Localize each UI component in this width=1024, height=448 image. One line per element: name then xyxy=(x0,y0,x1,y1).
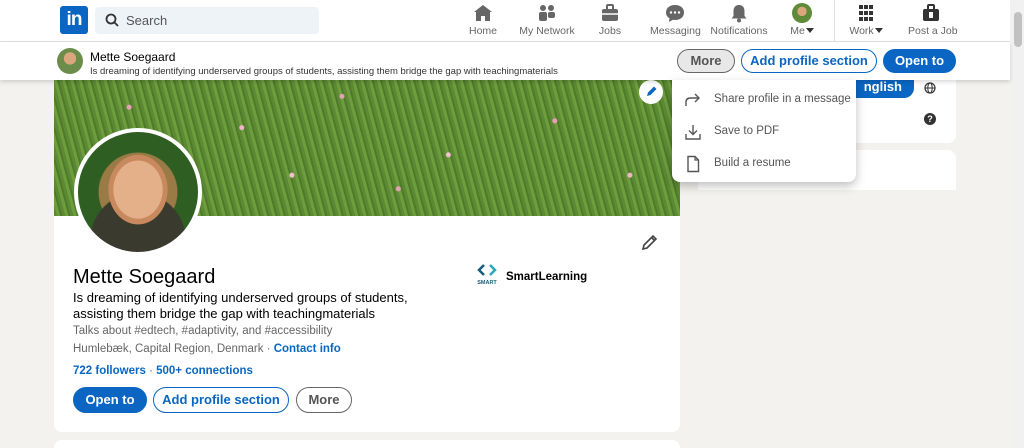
top-nav: in Search Home My Network Jobs Messaging… xyxy=(0,0,1010,42)
sticky-add-profile-section-button[interactable]: Add profile section xyxy=(741,49,877,73)
nav-me[interactable]: Me xyxy=(787,3,817,39)
nav-notifications-label: Notifications xyxy=(710,25,768,37)
add-profile-section-button[interactable]: Add profile section xyxy=(153,387,289,413)
network-icon xyxy=(539,5,555,21)
search-box[interactable]: Search xyxy=(95,7,319,34)
nav-post-job-label: Post a Job xyxy=(908,25,958,37)
more-button[interactable]: More xyxy=(296,387,352,413)
profile-card: Mette Soegaard Is dreaming of identifyin… xyxy=(54,80,680,432)
menu-item-label: Share profile in a message xyxy=(714,93,851,105)
profile-stats: 722 followers · 500+ connections xyxy=(73,365,253,377)
nav-jobs[interactable]: Jobs xyxy=(595,3,625,39)
sticky-avatar xyxy=(57,48,83,74)
followers-link[interactable]: 722 followers xyxy=(73,365,146,377)
nav-jobs-label: Jobs xyxy=(598,25,622,37)
download-icon xyxy=(685,125,701,140)
separator-dot: · xyxy=(263,343,274,355)
briefcase-icon xyxy=(602,4,618,21)
profile-photo[interactable] xyxy=(74,128,202,256)
caret-down-icon xyxy=(805,28,814,33)
nav-my-network[interactable]: My Network xyxy=(518,3,576,39)
company-name[interactable]: SmartLearning xyxy=(506,271,587,283)
messaging-icon xyxy=(666,5,684,22)
open-to-button[interactable]: Open to xyxy=(73,387,147,413)
nav-divider xyxy=(834,0,835,42)
avatar xyxy=(792,3,812,23)
banner-edit-button[interactable] xyxy=(639,80,663,104)
bell-icon xyxy=(731,5,747,23)
nav-work-label: Work xyxy=(849,25,874,37)
svg-text:SMART: SMART xyxy=(477,280,497,286)
menu-item-build-resume[interactable]: Build a resume xyxy=(672,150,856,178)
post-job-icon xyxy=(923,4,939,21)
profile-name: Mette Soegaard xyxy=(73,266,216,288)
menu-item-label: Build a resume xyxy=(714,157,791,169)
profile-headline: Is dreaming of identifying underserved g… xyxy=(73,290,408,321)
globe-icon xyxy=(924,82,936,94)
nav-notifications[interactable]: Notifications xyxy=(710,3,768,39)
sticky-more-button[interactable]: More xyxy=(677,49,735,73)
menu-item-label: Save to PDF xyxy=(714,125,780,137)
scrollbar-thumb[interactable] xyxy=(1014,12,1022,47)
grid-icon xyxy=(859,5,873,21)
help-icon[interactable]: ? xyxy=(924,113,936,125)
nav-work[interactable]: Work xyxy=(848,3,884,39)
profile-location-line: Humlebæk, Capital Region, Denmark · Cont… xyxy=(73,343,341,355)
nav-me-label: Me xyxy=(790,25,805,37)
nav-messaging[interactable]: Messaging xyxy=(650,3,701,39)
home-icon xyxy=(474,5,492,21)
sticky-open-to-button[interactable]: Open to xyxy=(883,49,956,73)
next-section-card xyxy=(54,440,680,448)
separator-dot: · xyxy=(145,365,157,377)
search-icon xyxy=(105,13,119,27)
document-icon xyxy=(687,155,700,173)
contact-info-link[interactable]: Contact info xyxy=(274,343,341,355)
connections-link[interactable]: 500+ connections xyxy=(156,365,253,377)
smartlearning-logo[interactable]: SMART xyxy=(475,263,499,291)
edit-intro-pencil-icon[interactable] xyxy=(640,232,660,252)
share-arrow-icon xyxy=(685,93,700,106)
menu-item-save-to-pdf[interactable]: Save to PDF xyxy=(672,118,856,146)
profile-location: Humlebæk, Capital Region, Denmark xyxy=(73,343,264,355)
scrollbar[interactable] xyxy=(1010,0,1024,448)
language-button[interactable]: nglish xyxy=(846,80,914,98)
profile-talks-about: Talks about #edtech, #adaptivity, and #a… xyxy=(73,325,333,337)
nav-home[interactable]: Home xyxy=(466,3,500,39)
more-dropdown-menu: Share profile in a message Save to PDF B… xyxy=(672,80,856,182)
sticky-headline: Is dreaming of identifying underserved g… xyxy=(90,66,558,77)
nav-messaging-label: Messaging xyxy=(650,25,701,37)
sticky-name: Mette Soegaard xyxy=(90,50,176,64)
sticky-profile-bar: Mette Soegaard Is dreaming of identifyin… xyxy=(0,42,1010,80)
nav-post-job[interactable]: Post a Job xyxy=(908,3,958,39)
nav-my-network-label: My Network xyxy=(519,25,575,37)
caret-down-icon xyxy=(874,28,883,33)
search-input[interactable]: Search xyxy=(126,13,167,28)
linkedin-logo[interactable]: in xyxy=(60,6,88,34)
nav-home-label: Home xyxy=(468,25,497,37)
pencil-icon xyxy=(647,86,657,96)
menu-item-share-profile[interactable]: Share profile in a message xyxy=(672,86,856,114)
